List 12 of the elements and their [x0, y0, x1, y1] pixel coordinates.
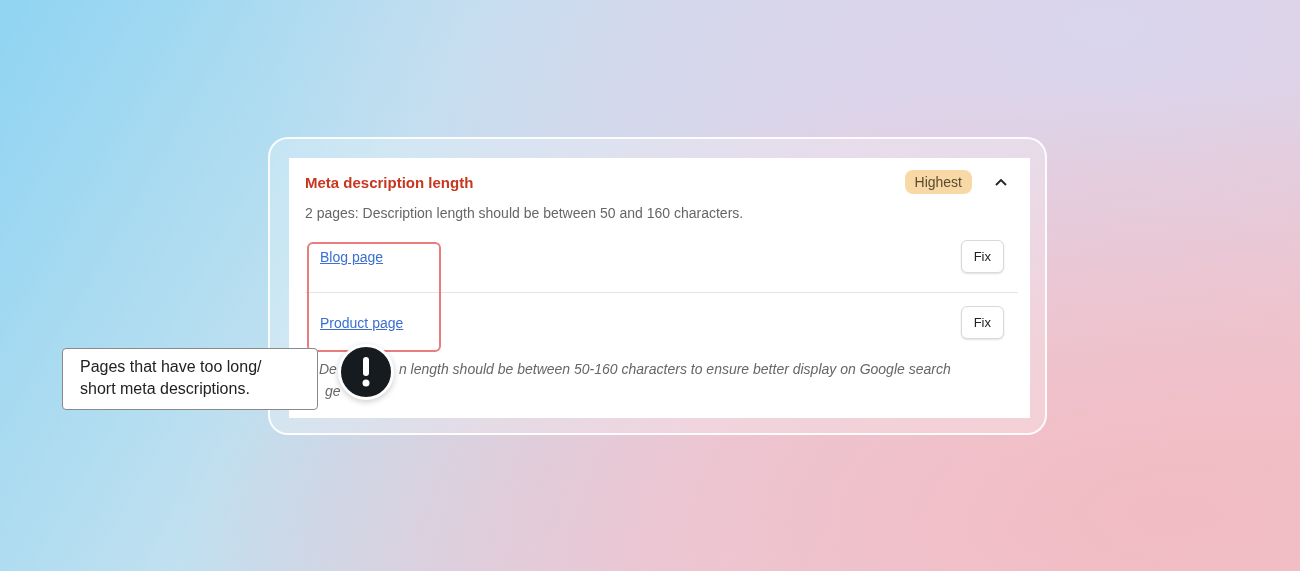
issue-title: Meta description length: [305, 173, 475, 191]
note-text: De: [319, 361, 337, 377]
priority-badge: Highest: [904, 170, 972, 194]
page-link[interactable]: Product page: [320, 314, 404, 331]
chevron-icon[interactable]: [994, 177, 1008, 187]
fix-button[interactable]: Fix: [960, 306, 1004, 339]
callout-text: Pages that have too long/ short meta descriptions.: [62, 348, 318, 410]
fix-button[interactable]: Fix: [960, 240, 1004, 273]
issue-summary: 2 pages: Description length should be between 50 and 160 characters.: [305, 205, 745, 221]
page-link[interactable]: Blog page: [320, 248, 384, 265]
note-text: n length should be between 50-160 characters to ensure better display on Google search: [398, 361, 951, 377]
note-text: ge: [324, 383, 341, 399]
